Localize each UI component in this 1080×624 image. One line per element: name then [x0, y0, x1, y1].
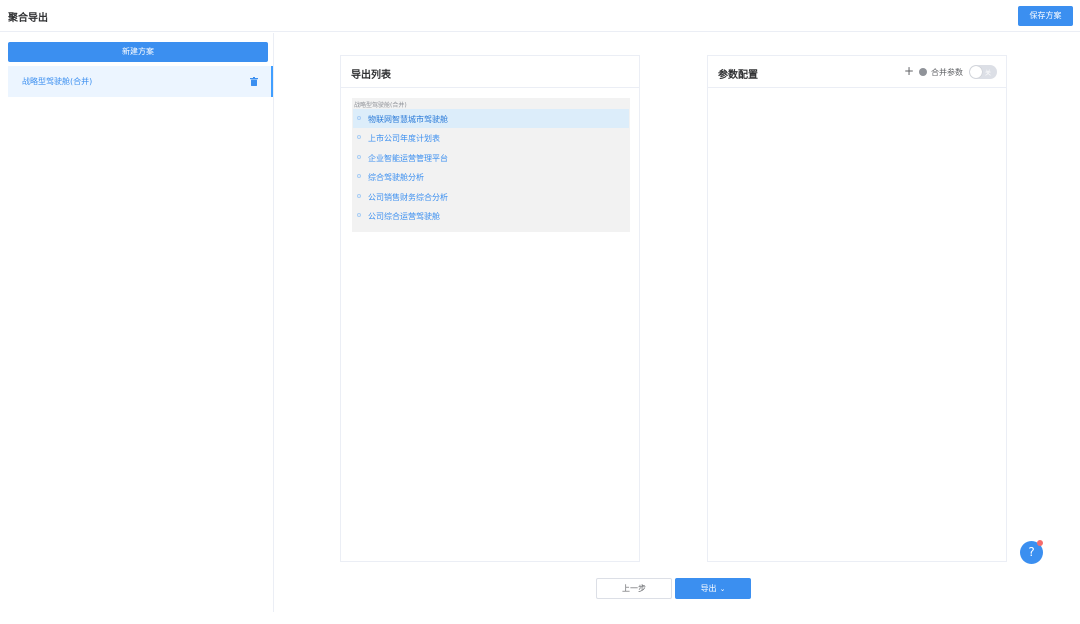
new-plan-button[interactable]: 新建方案	[8, 42, 268, 62]
toggle-text: 关	[985, 70, 992, 77]
trash-icon[interactable]	[250, 77, 258, 86]
prev-step-label: 上一步	[622, 584, 646, 593]
export-list-panel: 导出列表 战略型驾驶舱(合并) 物联网智慧城市驾驶舱 上市公司年度计划表 企业智…	[340, 55, 640, 562]
sidebar-plan-item[interactable]: 战略型驾驶舱(合并)	[8, 66, 273, 97]
tree-item-label: 公司销售财务综合分析	[368, 193, 448, 202]
bullet-icon	[357, 155, 361, 159]
param-config-panel: 参数配置 + 合并参数 关	[707, 55, 1007, 562]
plan-item-label: 战略型驾驶舱(合并)	[22, 77, 93, 86]
bullet-icon	[357, 116, 361, 120]
tree-item-label: 企业智能运营管理平台	[368, 154, 448, 163]
tree-item-label: 上市公司年度计划表	[368, 134, 440, 143]
tree-item[interactable]: 企业智能运营管理平台	[353, 148, 629, 167]
page-title: 聚合导出	[8, 13, 48, 24]
export-label: 导出	[700, 584, 717, 593]
tree-item[interactable]: 公司销售财务综合分析	[353, 187, 629, 206]
dot-icon	[919, 68, 927, 76]
merge-params-toggle[interactable]: 关	[969, 65, 997, 79]
toggle-knob	[970, 66, 982, 78]
merge-params-label: 合并参数	[931, 68, 963, 77]
param-config-header: 参数配置 + 合并参数 关	[708, 56, 1006, 88]
param-config-title: 参数配置	[718, 70, 758, 81]
bullet-icon	[357, 174, 361, 178]
prev-step-button[interactable]: 上一步	[596, 578, 672, 599]
tree-item-label: 公司综合运营驾驶舱	[368, 212, 440, 221]
header-bar: 聚合导出 保存方案	[0, 0, 1080, 32]
export-list-header: 导出列表	[341, 56, 639, 88]
tree-item[interactable]: 上市公司年度计划表	[353, 128, 629, 147]
tree-item-label: 综合驾驶舱分析	[368, 173, 424, 182]
save-plan-button[interactable]: 保存方案	[1018, 6, 1073, 26]
bullet-icon	[357, 213, 361, 217]
tree-item[interactable]: 综合驾驶舱分析	[353, 167, 629, 186]
sidebar: 新建方案 战略型驾驶舱(合并)	[0, 33, 274, 612]
export-tree: 战略型驾驶舱(合并) 物联网智慧城市驾驶舱 上市公司年度计划表 企业智能运营管理…	[352, 98, 630, 232]
tree-item[interactable]: 公司综合运营驾驶舱	[353, 206, 629, 225]
export-list-title: 导出列表	[351, 70, 391, 81]
export-button[interactable]: 导出 ⌄	[675, 578, 751, 599]
chevron-down-icon: ⌄	[719, 585, 726, 593]
notification-badge	[1037, 540, 1043, 546]
plus-icon[interactable]: +	[904, 65, 914, 77]
bullet-icon	[357, 194, 361, 198]
bullet-icon	[357, 135, 361, 139]
tree-group-label: 战略型驾驶舱(合并)	[354, 102, 407, 109]
tree-item[interactable]: 物联网智慧城市驾驶舱	[353, 109, 629, 128]
tree-item-label: 物联网智慧城市驾驶舱	[368, 115, 448, 124]
